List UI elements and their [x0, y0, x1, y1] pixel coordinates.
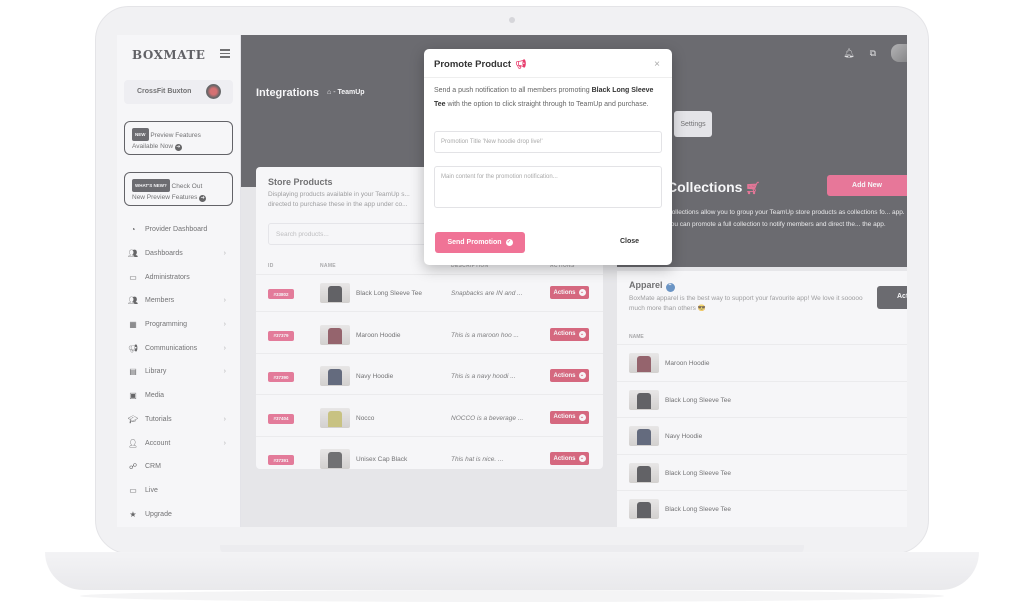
- laptop-base: [45, 552, 979, 590]
- close-button[interactable]: Close: [620, 238, 639, 245]
- promote-product-modal: Promote Product 📢︎ × Send a push notifica…: [424, 49, 672, 265]
- close-icon[interactable]: ×: [654, 59, 660, 70]
- modal-divider: [424, 77, 672, 78]
- modal-title: Promote Product 📢︎: [434, 59, 527, 70]
- check-circle-icon: ✓: [505, 239, 513, 246]
- send-promotion-label: Send Promotion: [447, 239, 502, 246]
- modal-title-text: Promote Product: [434, 59, 512, 70]
- send-promotion-button[interactable]: Send Promotion ✓: [435, 232, 525, 253]
- promotion-title-input[interactable]: Promotion Title 'New hoodie drop live!': [434, 131, 662, 153]
- promotion-content-textarea[interactable]: Main content for the promotion notificat…: [434, 166, 662, 208]
- laptop-shadow: [80, 590, 944, 602]
- laptop-camera: [509, 17, 515, 23]
- modal-body-end: with the option to click straight throug…: [445, 100, 649, 108]
- megaphone-icon: 📢︎: [515, 59, 527, 69]
- app-screen: BOXMATE CrossFit Buxton NEW Preview Feat…: [117, 35, 907, 527]
- modal-body-start: Send a push notification to all members …: [434, 87, 592, 94]
- modal-description: Send a push notification to all members …: [434, 84, 662, 111]
